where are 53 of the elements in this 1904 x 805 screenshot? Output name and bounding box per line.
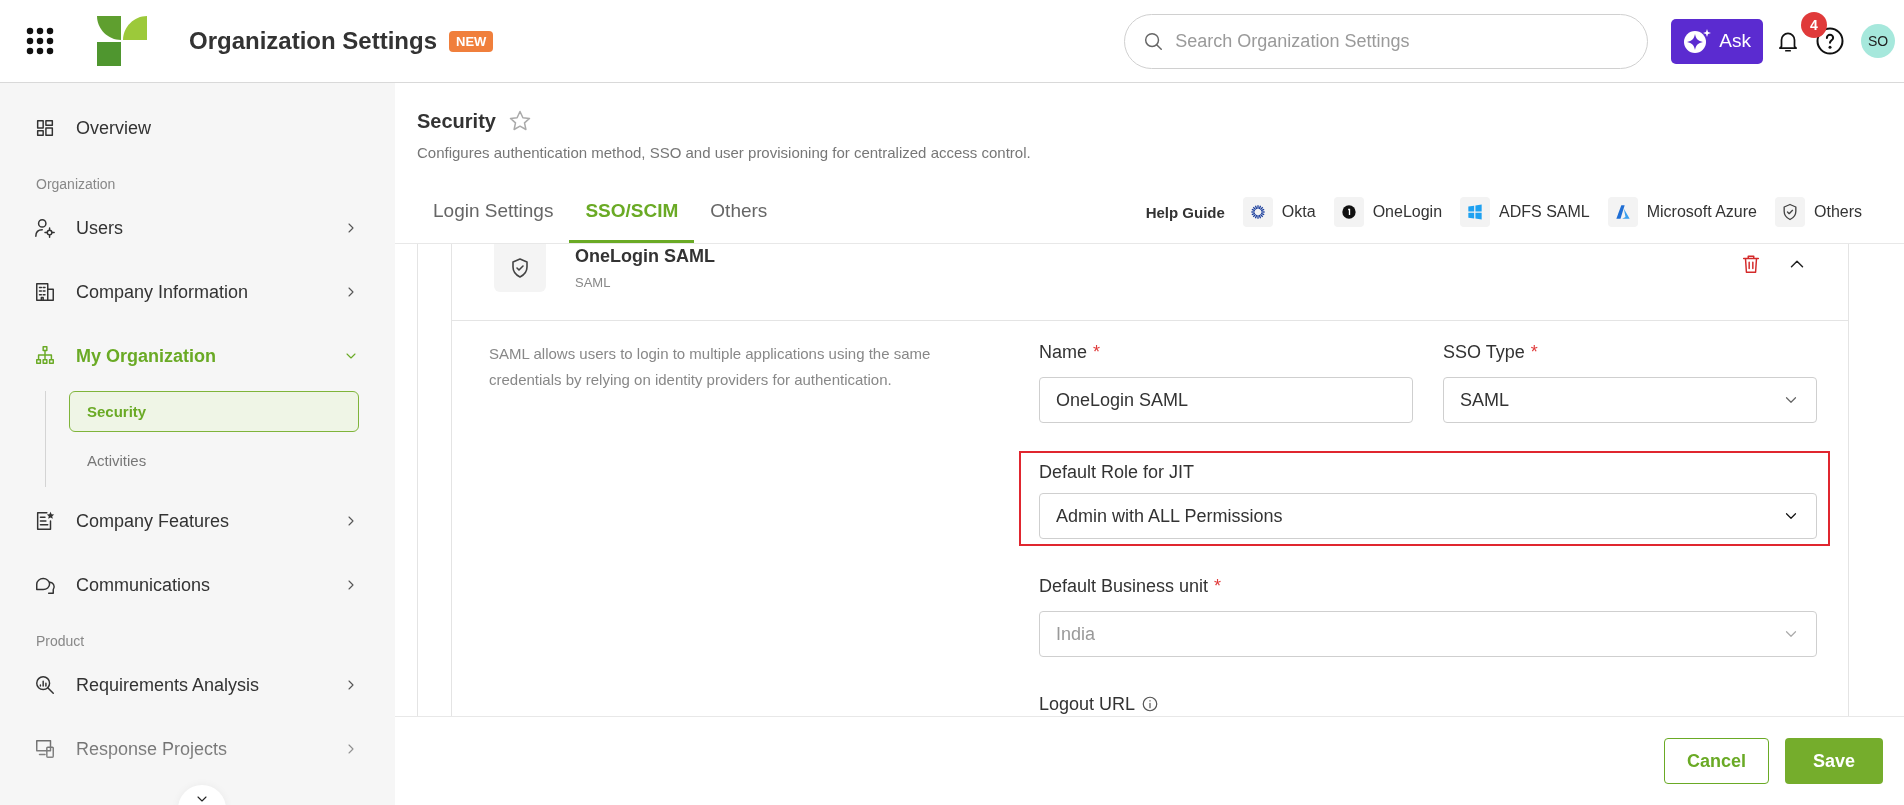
menu-item-icon	[34, 674, 56, 696]
menu-item-icon	[34, 510, 56, 532]
sidebar-item[interactable]: Response Projects	[0, 717, 395, 781]
section-label: Product	[35, 632, 86, 651]
tab[interactable]: Others	[694, 181, 784, 243]
apps-grid-icon[interactable]	[25, 26, 55, 56]
logo-icon[interactable]	[97, 16, 147, 66]
submenu-item[interactable]: Activities	[69, 440, 359, 481]
star-icon[interactable]	[507, 109, 532, 133]
card-description: SAML allows users to login to multiple applications using the same credentials by relying on identity providers for authentication.	[489, 344, 932, 390]
sparkle-icon	[1683, 28, 1712, 54]
field-label: Logout URL	[1039, 693, 1136, 715]
user-avatar[interactable]: SO	[1861, 24, 1895, 58]
help-guide-link[interactable]: Okta	[1242, 197, 1316, 227]
field-label: Default Business unit	[1039, 575, 1209, 597]
field-label: Default Role for JIT	[1039, 461, 1195, 483]
menu-item-icon	[34, 345, 56, 367]
search-field[interactable]: Search Organization Settings	[1124, 13, 1649, 69]
page-description: Configures authentication method, SSO and user provisioning for centralized access control.	[417, 143, 1032, 163]
sidebar-item[interactable]: Overview	[0, 96, 395, 160]
required-mark: *	[1530, 341, 1538, 363]
menu-item-icon	[34, 217, 56, 239]
menu-item-icon	[34, 738, 56, 760]
sidebar-item[interactable]: Company Information	[0, 260, 395, 324]
sidebar-item[interactable]: Requirements Analysis	[0, 653, 395, 717]
sidebar-item[interactable]: Communications	[0, 553, 395, 617]
info-icon[interactable]	[1141, 695, 1160, 713]
help-guide-link[interactable]: OneLogin	[1333, 197, 1443, 227]
card-title: OneLogin SAML	[575, 246, 716, 267]
card-subtitle: SAML	[575, 275, 612, 290]
menu-item-icon	[34, 281, 56, 303]
dropdown[interactable]: Admin with ALL Permissions	[1039, 493, 1817, 539]
ask-button[interactable]: Ask	[1671, 18, 1763, 64]
required-mark: *	[1214, 575, 1222, 597]
sidebar-item[interactable]: Users	[0, 196, 395, 260]
help-guide-label: Help Guide	[1145, 203, 1225, 221]
required-mark: *	[1093, 341, 1101, 363]
notification-count: 4	[1801, 12, 1827, 38]
app-title: Organization Settings	[189, 27, 437, 55]
sidebar-item[interactable]: Company Features	[0, 489, 395, 553]
page-title: Security	[417, 109, 496, 133]
help-guide-link[interactable]: ADFS SAML	[1460, 197, 1590, 227]
field-label: SSO Type	[1443, 341, 1525, 363]
dropdown[interactable]: SAML	[1443, 377, 1817, 423]
tab[interactable]: Login Settings	[417, 181, 570, 243]
help-guide-link[interactable]: Others	[1775, 197, 1862, 227]
menu-item-icon	[34, 117, 56, 139]
field-label: Name	[1039, 341, 1087, 363]
text-field[interactable]: OneLogin SAML	[1039, 377, 1413, 423]
section-label: Organization	[35, 175, 117, 194]
trash-icon[interactable]	[1740, 253, 1762, 275]
new-badge: NEW	[449, 30, 494, 52]
help-guide-link[interactable]: Microsoft Azure	[1607, 197, 1757, 227]
